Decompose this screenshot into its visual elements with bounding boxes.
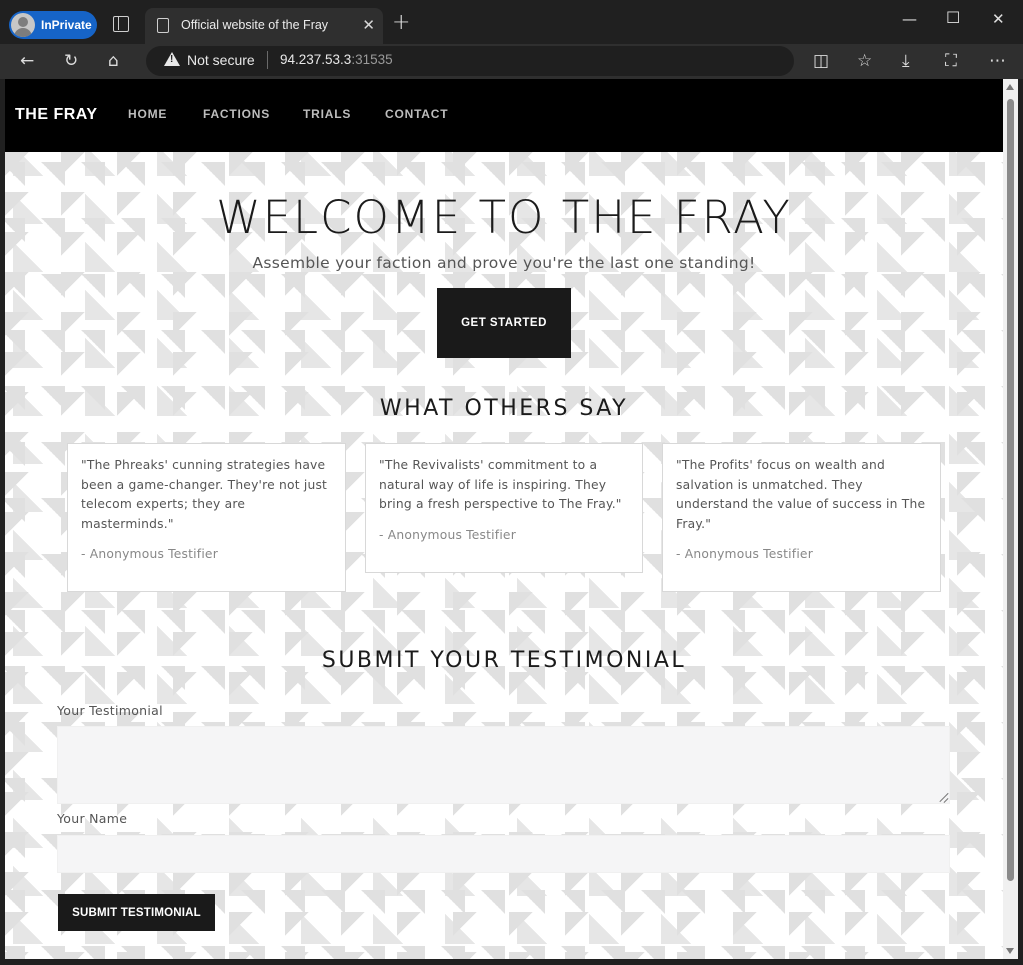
refresh-icon[interactable]: ↻ bbox=[64, 50, 78, 72]
page-scrollbar[interactable] bbox=[1003, 79, 1018, 959]
scrollbar-thumb[interactable] bbox=[1007, 99, 1014, 881]
tab-title: Official website of the Fray bbox=[181, 18, 329, 32]
scroll-down-icon[interactable] bbox=[1006, 948, 1014, 954]
address-divider bbox=[267, 51, 268, 69]
testimonial-author: - Anonymous Testifier bbox=[379, 527, 516, 542]
new-tab-icon[interactable]: + bbox=[392, 12, 410, 34]
testimonials-title: WHAT OTHERS SAY bbox=[379, 396, 629, 421]
close-window-icon[interactable]: ✕ bbox=[992, 10, 1005, 28]
inprivate-profile-button[interactable]: InPrivate bbox=[9, 11, 97, 39]
security-label[interactable]: Not secure bbox=[187, 52, 255, 68]
split-screen-icon[interactable]: ◫ bbox=[813, 50, 829, 72]
nav-trials[interactable]: TRIALS bbox=[303, 107, 351, 121]
page-viewport: THE FRAY HOME FACTIONS TRIALS CONTACT WE… bbox=[5, 79, 1003, 959]
nav-home[interactable]: HOME bbox=[128, 107, 167, 121]
downloads-icon[interactable]: ⤓ bbox=[902, 50, 910, 72]
testimonial-textarea[interactable] bbox=[57, 726, 950, 804]
testimonial-label: Your Testimonial bbox=[57, 703, 163, 718]
submit-testimonial-button[interactable]: SUBMIT TESTIMONIAL bbox=[58, 894, 215, 931]
get-started-button[interactable]: GET STARTED bbox=[437, 288, 571, 358]
maximize-icon[interactable]: ☐ bbox=[946, 8, 960, 27]
testimonial-author: - Anonymous Testifier bbox=[81, 547, 218, 561]
tab-actions-icon[interactable] bbox=[113, 16, 129, 32]
name-label: Your Name bbox=[57, 811, 128, 826]
testimonial-card: "The Revivalists' commitment to a natura… bbox=[365, 443, 643, 573]
page-icon bbox=[157, 18, 169, 33]
nav-factions[interactable]: FACTIONS bbox=[203, 107, 270, 121]
testimonial-card: "The Phreaks' cunning strategies have be… bbox=[67, 443, 346, 592]
browser-titlebar: InPrivate Official website of the Fray ✕… bbox=[0, 0, 1023, 44]
testimonial-quote: "The Phreaks' cunning strategies have be… bbox=[81, 458, 328, 531]
submit-section-title: SUBMIT YOUR TESTIMONIAL bbox=[321, 648, 687, 673]
more-menu-icon[interactable]: ⋯ bbox=[989, 50, 1006, 72]
testimonial-quote: "The Revivalists' commitment to a natura… bbox=[379, 458, 622, 511]
profile-label: InPrivate bbox=[41, 18, 92, 32]
hero-subtitle: Assemble your faction and prove you're t… bbox=[252, 254, 756, 272]
minimize-icon[interactable]: — bbox=[902, 10, 917, 28]
testimonial-quote: "The Profits' focus on wealth and salvat… bbox=[676, 458, 926, 531]
home-icon[interactable]: ⌂ bbox=[108, 50, 119, 72]
hero-title: WELCOME TO THE FRAY bbox=[216, 191, 792, 244]
url-host: 94.237.53.3 bbox=[280, 52, 352, 67]
favorites-icon[interactable]: ☆ bbox=[857, 50, 872, 72]
scroll-up-icon[interactable] bbox=[1006, 84, 1014, 90]
browser-tab[interactable]: Official website of the Fray ✕ bbox=[145, 8, 383, 44]
testimonial-author: - Anonymous Testifier bbox=[676, 547, 813, 561]
url-port: :31535 bbox=[351, 52, 393, 67]
resize-handle-icon[interactable] bbox=[939, 792, 949, 802]
back-icon[interactable]: ← bbox=[20, 50, 34, 72]
close-tab-icon[interactable]: ✕ bbox=[362, 16, 375, 34]
name-input[interactable] bbox=[57, 835, 950, 873]
nav-contact[interactable]: CONTACT bbox=[385, 107, 448, 121]
url-text[interactable]: 94.237.53.3:31535 bbox=[280, 52, 393, 67]
testimonial-card: "The Profits' focus on wealth and salvat… bbox=[662, 443, 941, 592]
screenshot-icon[interactable]: ⛶ bbox=[945, 50, 957, 72]
warning-icon[interactable] bbox=[164, 52, 180, 66]
site-navbar: THE FRAY HOME FACTIONS TRIALS CONTACT bbox=[5, 79, 1003, 152]
avatar bbox=[11, 13, 35, 37]
window-frame-bottom bbox=[0, 959, 1023, 965]
site-brand[interactable]: THE FRAY bbox=[15, 106, 98, 124]
